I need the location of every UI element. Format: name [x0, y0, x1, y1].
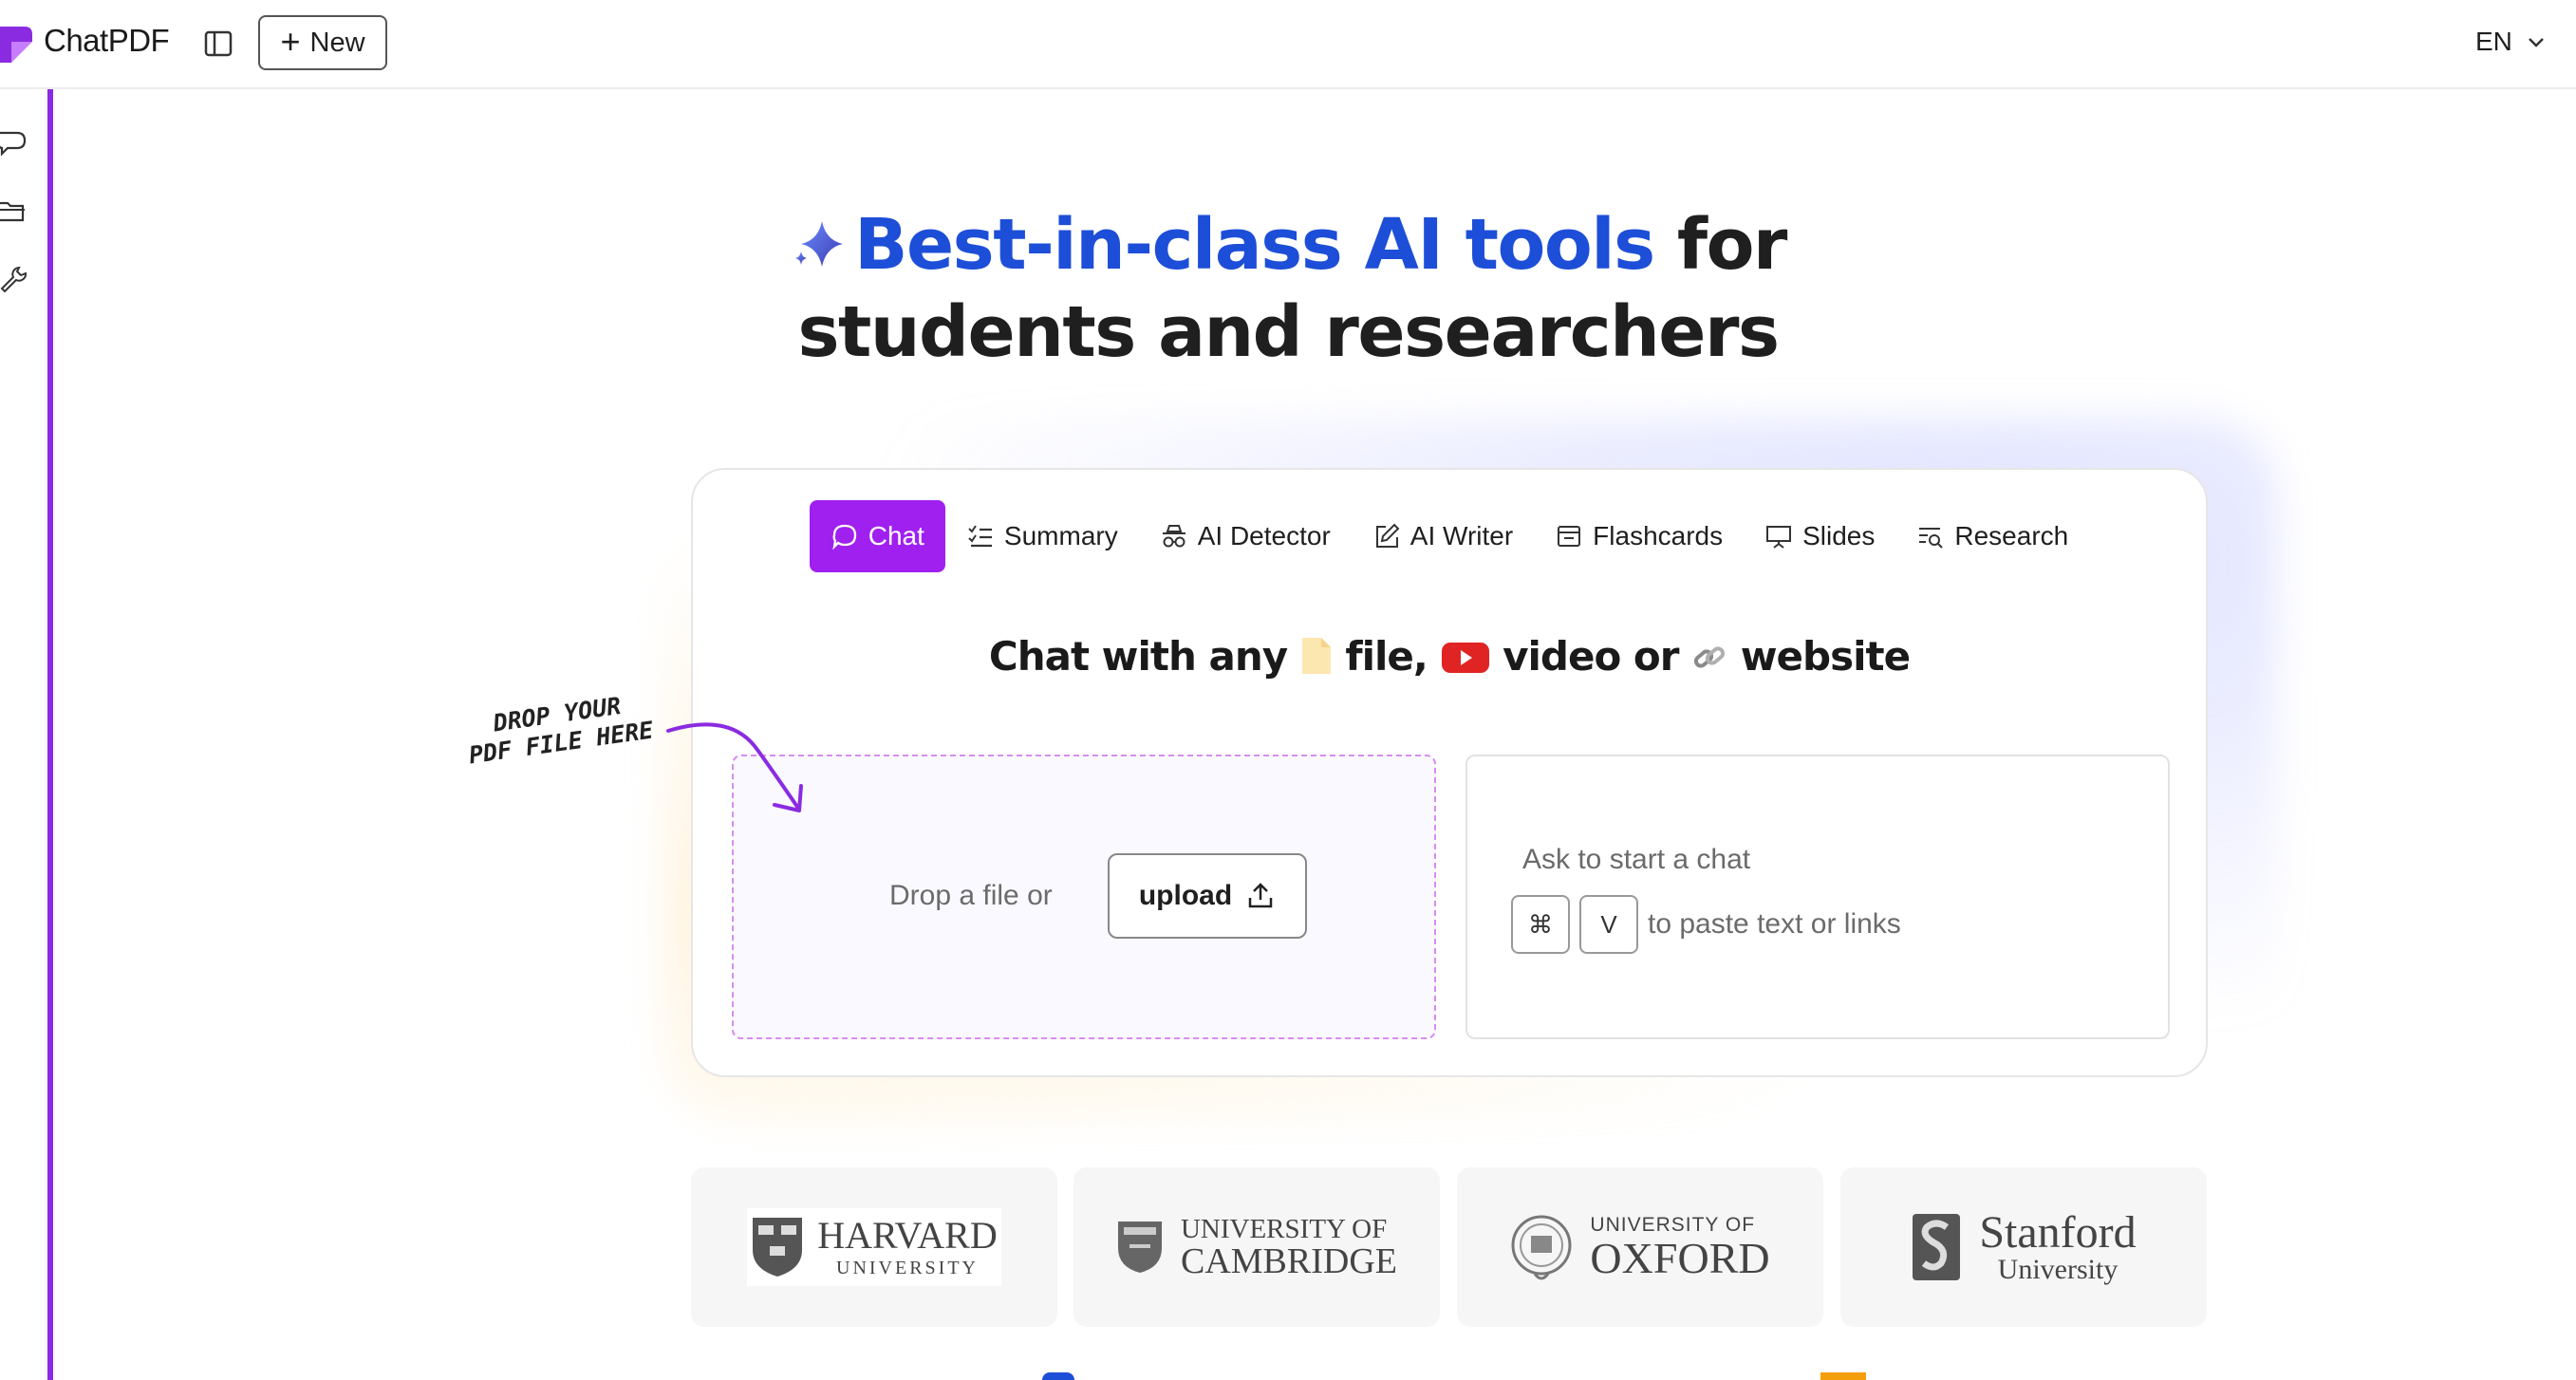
tab-label: AI Writer [1409, 521, 1514, 550]
harvard-logo: HARVARD UNIVERSITY [691, 1167, 1057, 1327]
card-title-text: video or [1503, 633, 1679, 680]
search-list-icon [1919, 528, 1944, 549]
partial-badge [1042, 1372, 1074, 1380]
logo-line: Stanford [1979, 1207, 2137, 1258]
tab-summary[interactable]: Summary [945, 500, 1139, 572]
spy-icon [1162, 525, 1185, 548]
hero-text-line1: for [1653, 204, 1788, 286]
chat-input-placeholder: Ask to start a chat [1522, 844, 1751, 875]
hero-title: Best-in-class AI tools for students and … [0, 201, 2576, 376]
upload-icon [1248, 883, 1273, 908]
checklist-icon [968, 525, 992, 548]
tab-chat[interactable]: Chat [809, 500, 945, 572]
tab-label: Research [1954, 521, 2069, 550]
cambridge-logo: UNIVERSITY OF CAMBRIDGE [1073, 1167, 1440, 1327]
logo-line: UNIVERSITY OF [1590, 1213, 1756, 1236]
tool-tabs: Chat Summary AI Detector AI Writer Flash… [693, 500, 2206, 572]
card-stack-icon [1558, 526, 1581, 547]
tab-research[interactable]: Research [1895, 500, 2089, 572]
curved-arrow-icon [666, 722, 803, 812]
tab-slides[interactable]: Slides [1744, 500, 1895, 572]
tool-card: Chat Summary AI Detector AI Writer Flash… [691, 468, 2208, 1077]
card-title-text: file, [1345, 633, 1428, 680]
oxford-crest-icon [1511, 1215, 1572, 1280]
presentation-icon [1766, 526, 1792, 549]
chatpdf-logo-icon[interactable] [0, 21, 34, 66]
stanford-s-icon [1913, 1214, 1961, 1280]
hero-text-line2: students and researchers [797, 291, 1780, 373]
upload-button[interactable]: upload [1108, 853, 1307, 939]
logo-line: CAMBRIDGE [1180, 1240, 1398, 1281]
card-title: Chat with any file, video or website [693, 633, 2206, 680]
app-name[interactable]: ChatPDF [44, 23, 170, 59]
youtube-icon [1441, 643, 1489, 673]
tab-ai-writer[interactable]: AI Writer [1352, 500, 1534, 572]
logo-line: UNIVERSITY OF [1180, 1213, 1388, 1244]
tab-label: Summary [1003, 521, 1118, 550]
partial-badge [1820, 1372, 1866, 1380]
chat-bubble-icon [832, 524, 856, 550]
language-selector[interactable]: EN [2475, 27, 2547, 57]
command-key: ⌘ [1511, 895, 1570, 954]
tab-label: AI Detector [1197, 521, 1331, 550]
new-chat-button[interactable]: + New [258, 15, 387, 70]
top-bar: ChatPDF + New EN [0, 0, 2576, 89]
logo-line: University [1997, 1254, 2119, 1285]
paste-hint: to paste text or links [1648, 908, 1901, 940]
file-dropzone[interactable]: Drop a file or upload [732, 755, 1436, 1039]
logo-line: HARVARD [817, 1214, 998, 1257]
pencil-square-icon [1375, 523, 1400, 548]
new-chat-label: New [309, 27, 365, 58]
dropzone-label: Drop a file or [889, 880, 1053, 911]
v-key: V [1579, 895, 1638, 954]
hero-accent-text: Best-in-class AI tools [854, 204, 1655, 286]
chevron-down-icon [2529, 38, 2544, 47]
logo-line: UNIVERSITY [836, 1258, 979, 1278]
tab-flashcards[interactable]: Flashcards [1534, 500, 1744, 572]
upload-label: upload [1138, 880, 1233, 911]
chat-history-icon[interactable] [0, 129, 28, 158]
sidebar-toggle-icon[interactable] [203, 28, 233, 59]
sparkle-icon [795, 221, 844, 267]
chat-input-box[interactable]: Ask to start a chat ⌘ V to paste text or… [1465, 755, 2170, 1039]
document-icon [1301, 638, 1331, 674]
card-title-text: Chat with any [988, 633, 1288, 680]
language-label: EN [2475, 27, 2512, 56]
tab-ai-detector[interactable]: AI Detector [1139, 500, 1352, 572]
harvard-shield-icon [753, 1218, 803, 1277]
drop-hint-note: DROP YOUR PDF FILE HERE [463, 688, 655, 771]
plus-icon: + [280, 21, 301, 61]
card-title-text: website [1740, 633, 1911, 680]
tab-label: Slides [1802, 521, 1876, 550]
link-icon [1694, 646, 1726, 668]
cambridge-shield-icon [1117, 1221, 1162, 1273]
tab-label: Chat [868, 521, 924, 550]
tab-label: Flashcards [1593, 521, 1724, 550]
logo-line: OXFORD [1590, 1233, 1770, 1282]
oxford-logo: UNIVERSITY OF OXFORD [1457, 1167, 1823, 1327]
stanford-logo: Stanford University [1840, 1167, 2207, 1327]
